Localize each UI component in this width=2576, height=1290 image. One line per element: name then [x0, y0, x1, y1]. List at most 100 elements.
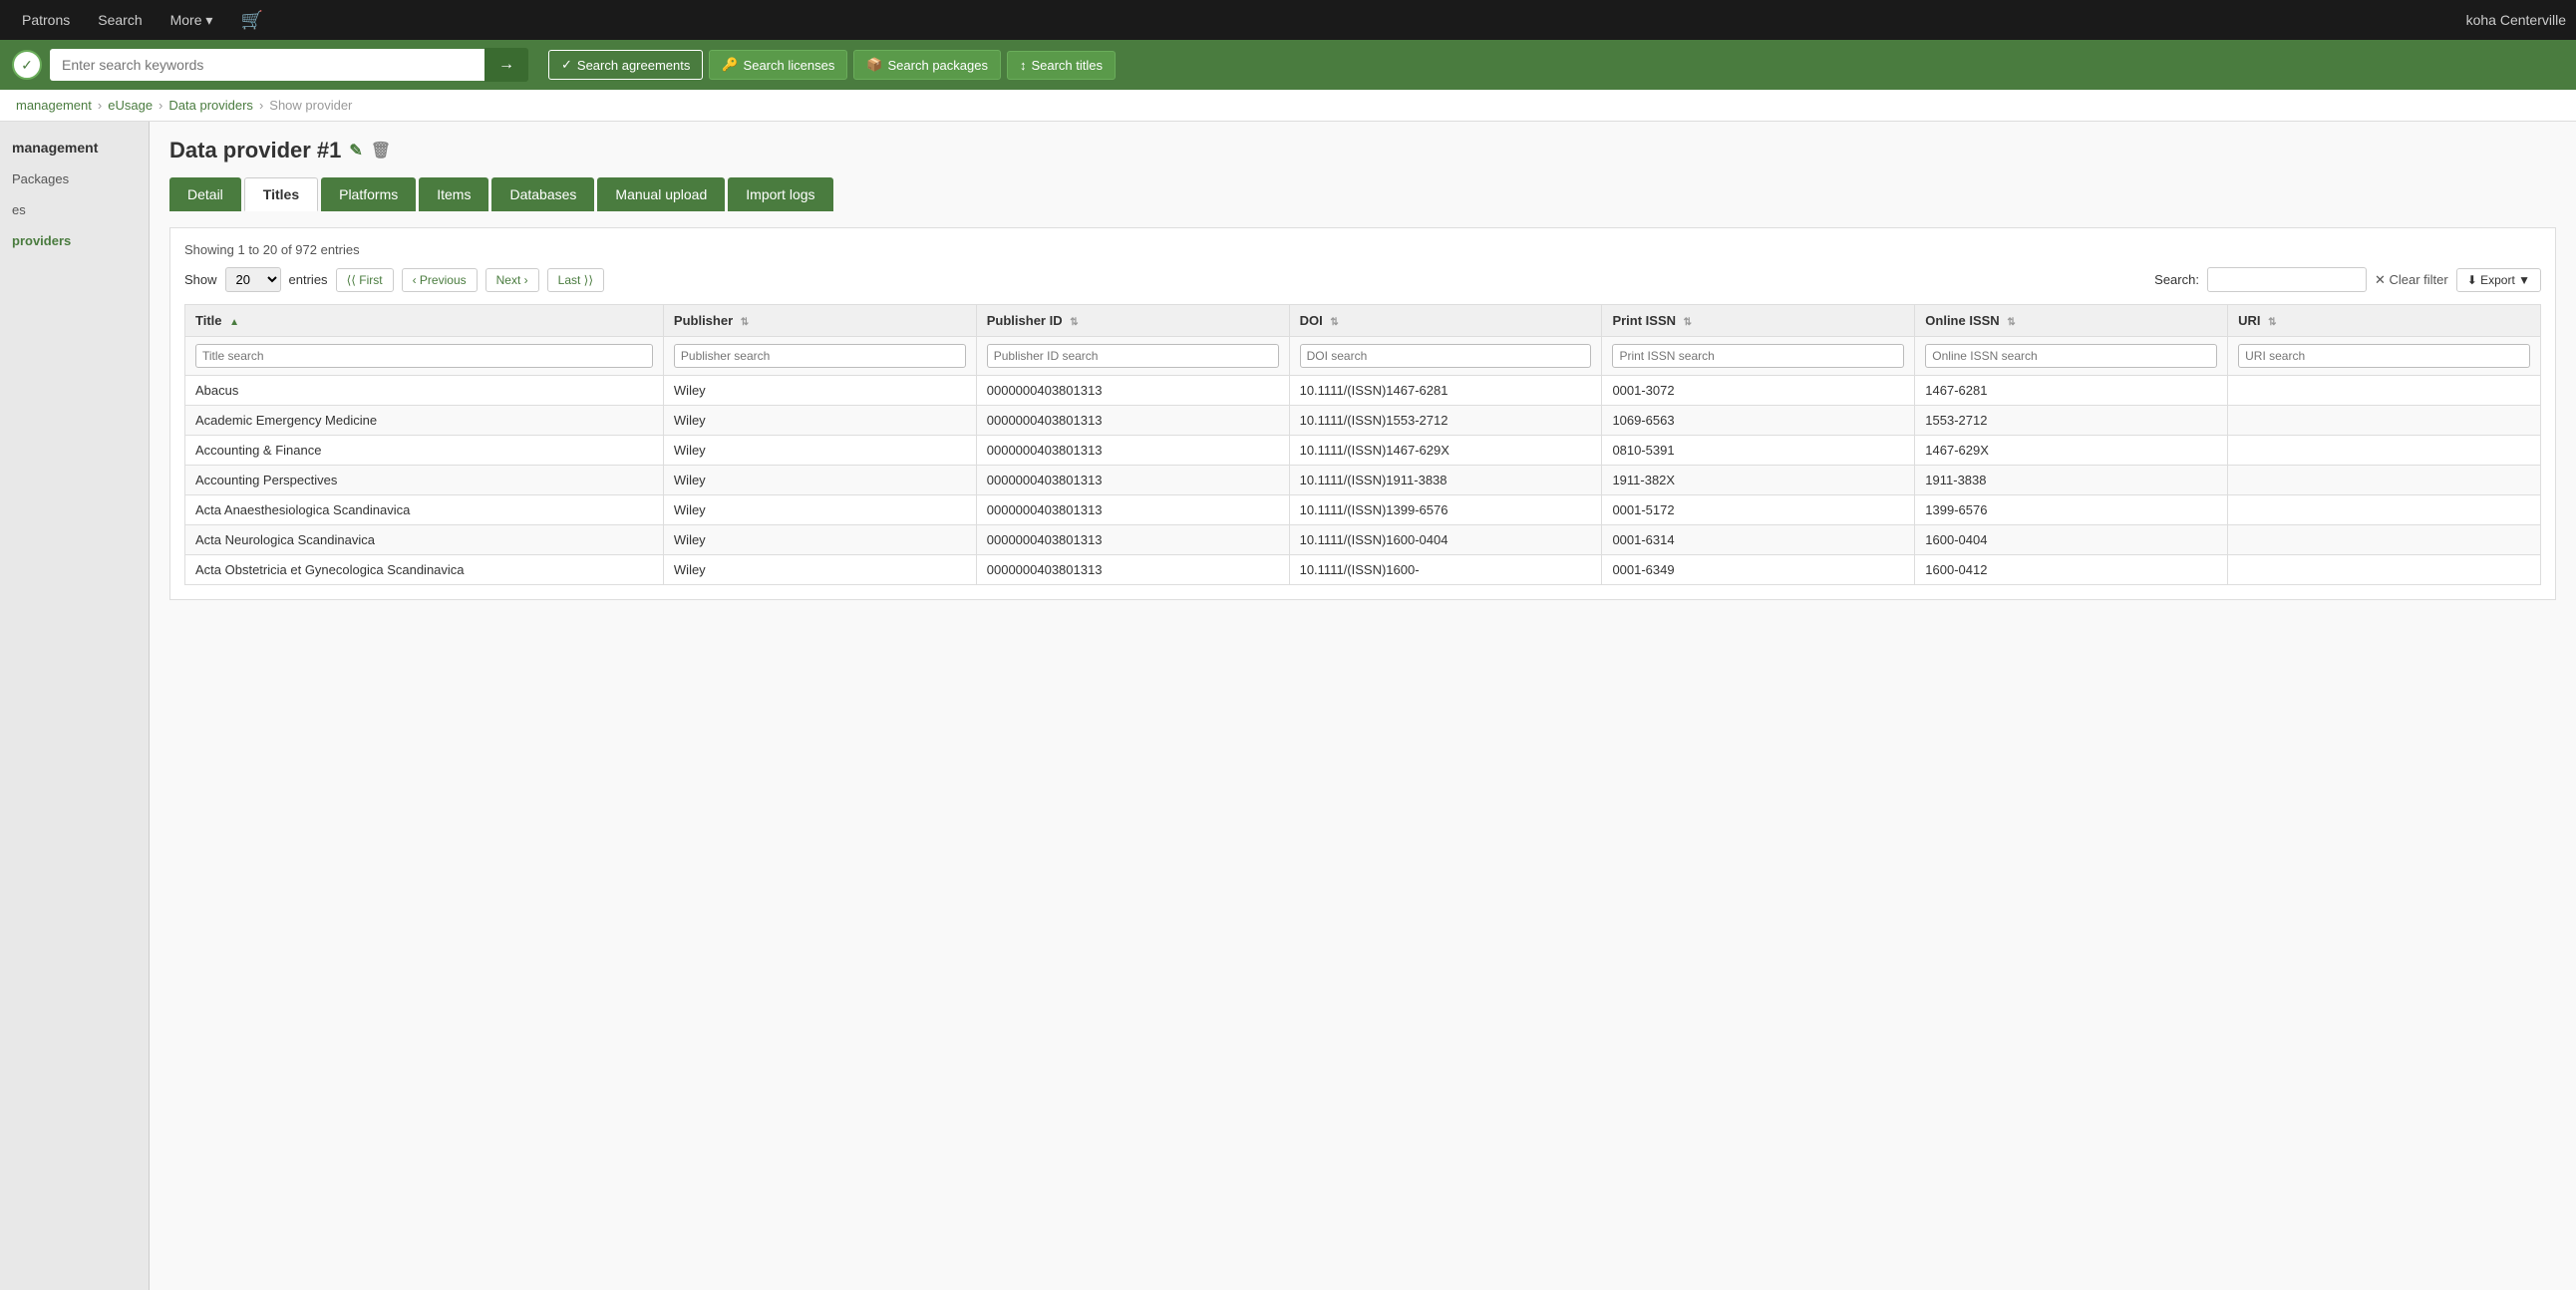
cell-doi: 10.1111/(ISSN)1600- — [1289, 555, 1602, 585]
breadcrumb-sep1: › — [98, 98, 102, 113]
tab-titles[interactable]: Titles — [244, 177, 318, 211]
sort-publisher-id-icon: ⇅ — [1070, 317, 1078, 328]
licenses-label: Search licenses — [744, 58, 835, 73]
search-online-issn-cell — [1915, 337, 2228, 376]
sidebar-item-es[interactable]: es — [0, 194, 149, 225]
top-navigation: Patrons Search More ▾ 🛒 koha Centerville — [0, 0, 2576, 40]
doi-search-input[interactable] — [1300, 344, 1592, 368]
cell-online_issn: 1911-3838 — [1915, 466, 2228, 495]
sort-title-icon: ▲ — [229, 317, 239, 328]
delete-icon[interactable]: 🗑 — [371, 141, 391, 161]
show-label: Show — [184, 272, 217, 287]
data-table: Title ▲ Publisher ⇅ Publisher ID ⇅ DOI — [184, 304, 2541, 585]
clear-filter-button[interactable]: ✕ Clear filter — [2375, 272, 2448, 288]
uri-search-input[interactable] — [2238, 344, 2530, 368]
col-uri[interactable]: URI ⇅ — [2228, 305, 2541, 337]
search-titles-button[interactable]: ↕ Search titles — [1007, 51, 1116, 80]
table-row: Accounting PerspectivesWiley000000040380… — [185, 466, 2541, 495]
table-row: Acta Obstetricia et Gynecologica Scandin… — [185, 555, 2541, 585]
table-row: Accounting & FinanceWiley000000040380131… — [185, 436, 2541, 466]
export-button[interactable]: ⬇ Export ▼ — [2456, 268, 2541, 292]
cell-publisher_id: 0000000403801313 — [976, 406, 1289, 436]
tab-items[interactable]: Items — [419, 177, 488, 211]
show-select[interactable]: 10 20 50 100 — [225, 267, 281, 292]
search-label: Search: — [2154, 272, 2199, 287]
cell-online_issn: 1467-6281 — [1915, 376, 2228, 406]
titles-icon: ↕ — [1020, 58, 1027, 73]
licenses-icon: 🔑 — [722, 57, 738, 73]
agreements-icon: ✓ — [561, 57, 572, 73]
first-button[interactable]: ⟨⟨ First — [336, 268, 394, 292]
tab-import-logs[interactable]: Import logs — [728, 177, 832, 211]
search-packages-button[interactable]: 📦 Search packages — [853, 50, 1001, 80]
search-licenses-button[interactable]: 🔑 Search licenses — [709, 50, 847, 80]
search-filter-input[interactable] — [2207, 267, 2367, 292]
col-doi-label: DOI — [1300, 313, 1323, 328]
nav-more[interactable]: More ▾ — [159, 0, 225, 40]
cell-publisher: Wiley — [663, 436, 976, 466]
col-online-issn-label: Online ISSN — [1925, 313, 1999, 328]
cell-doi: 10.1111/(ISSN)1399-6576 — [1289, 495, 1602, 525]
nav-cart[interactable]: 🛒 — [228, 0, 274, 40]
col-publisher[interactable]: Publisher ⇅ — [663, 305, 976, 337]
sidebar-item-packages[interactable]: Packages — [0, 163, 149, 194]
col-title[interactable]: Title ▲ — [185, 305, 664, 337]
cell-publisher_id: 0000000403801313 — [976, 555, 1289, 585]
last-button[interactable]: Last ⟩⟩ — [547, 268, 604, 292]
col-online-issn[interactable]: Online ISSN ⇅ — [1915, 305, 2228, 337]
tab-manual-upload[interactable]: Manual upload — [597, 177, 725, 211]
col-publisher-label: Publisher — [674, 313, 733, 328]
publisher-search-input[interactable] — [674, 344, 966, 368]
cell-publisher: Wiley — [663, 376, 976, 406]
cell-uri — [2228, 495, 2541, 525]
cell-online_issn: 1600-0404 — [1915, 525, 2228, 555]
publisher-id-search-input[interactable] — [987, 344, 1279, 368]
search-input[interactable] — [50, 49, 484, 81]
cell-publisher: Wiley — [663, 495, 976, 525]
nav-search[interactable]: Search — [86, 0, 154, 40]
sort-doi-icon: ⇅ — [1330, 317, 1338, 328]
breadcrumb-sep2: › — [159, 98, 162, 113]
col-print-issn[interactable]: Print ISSN ⇅ — [1602, 305, 1915, 337]
cell-print_issn: 0810-5391 — [1602, 436, 1915, 466]
showing-text: Showing 1 to 20 of 972 entries — [184, 242, 2541, 257]
cell-doi: 10.1111/(ISSN)1467-629X — [1289, 436, 1602, 466]
online-issn-search-input[interactable] — [1925, 344, 2217, 368]
user-info: koha Centerville — [2466, 12, 2566, 28]
col-doi[interactable]: DOI ⇅ — [1289, 305, 1602, 337]
sidebar-heading: management — [0, 132, 149, 163]
col-publisher-id[interactable]: Publisher ID ⇅ — [976, 305, 1289, 337]
cell-title: Acta Neurologica Scandinavica — [185, 525, 664, 555]
previous-button[interactable]: ‹ Previous — [402, 268, 478, 292]
edit-icon[interactable]: ✎ — [349, 141, 362, 161]
cell-online_issn: 1553-2712 — [1915, 406, 2228, 436]
search-publisher-id-cell — [976, 337, 1289, 376]
breadcrumb-data-providers[interactable]: Data providers — [168, 98, 253, 113]
print-issn-search-input[interactable] — [1612, 344, 1904, 368]
cell-uri — [2228, 436, 2541, 466]
titles-label: Search titles — [1031, 58, 1103, 73]
cell-publisher: Wiley — [663, 525, 976, 555]
breadcrumb-eusage[interactable]: eUsage — [108, 98, 153, 113]
cell-publisher: Wiley — [663, 555, 976, 585]
cell-uri — [2228, 466, 2541, 495]
search-circle-icon[interactable]: ✓ — [12, 50, 42, 80]
cell-uri — [2228, 406, 2541, 436]
breadcrumb-management[interactable]: management — [16, 98, 92, 113]
tab-databases[interactable]: Databases — [491, 177, 594, 211]
table-row: Acta Anaesthesiologica ScandinavicaWiley… — [185, 495, 2541, 525]
search-publisher-cell — [663, 337, 976, 376]
next-button[interactable]: Next › — [485, 268, 539, 292]
cell-print_issn: 0001-6349 — [1602, 555, 1915, 585]
nav-patrons[interactable]: Patrons — [10, 0, 82, 40]
cell-online_issn: 1600-0412 — [1915, 555, 2228, 585]
tab-detail[interactable]: Detail — [169, 177, 241, 211]
search-go-button[interactable]: → — [484, 48, 528, 82]
title-search-input[interactable] — [195, 344, 653, 368]
search-doi-cell — [1289, 337, 1602, 376]
cell-print_issn: 0001-5172 — [1602, 495, 1915, 525]
sidebar-item-providers[interactable]: providers — [0, 225, 149, 256]
search-agreements-button[interactable]: ✓ Search agreements — [548, 50, 703, 80]
tab-platforms[interactable]: Platforms — [321, 177, 416, 211]
cell-publisher_id: 0000000403801313 — [976, 466, 1289, 495]
